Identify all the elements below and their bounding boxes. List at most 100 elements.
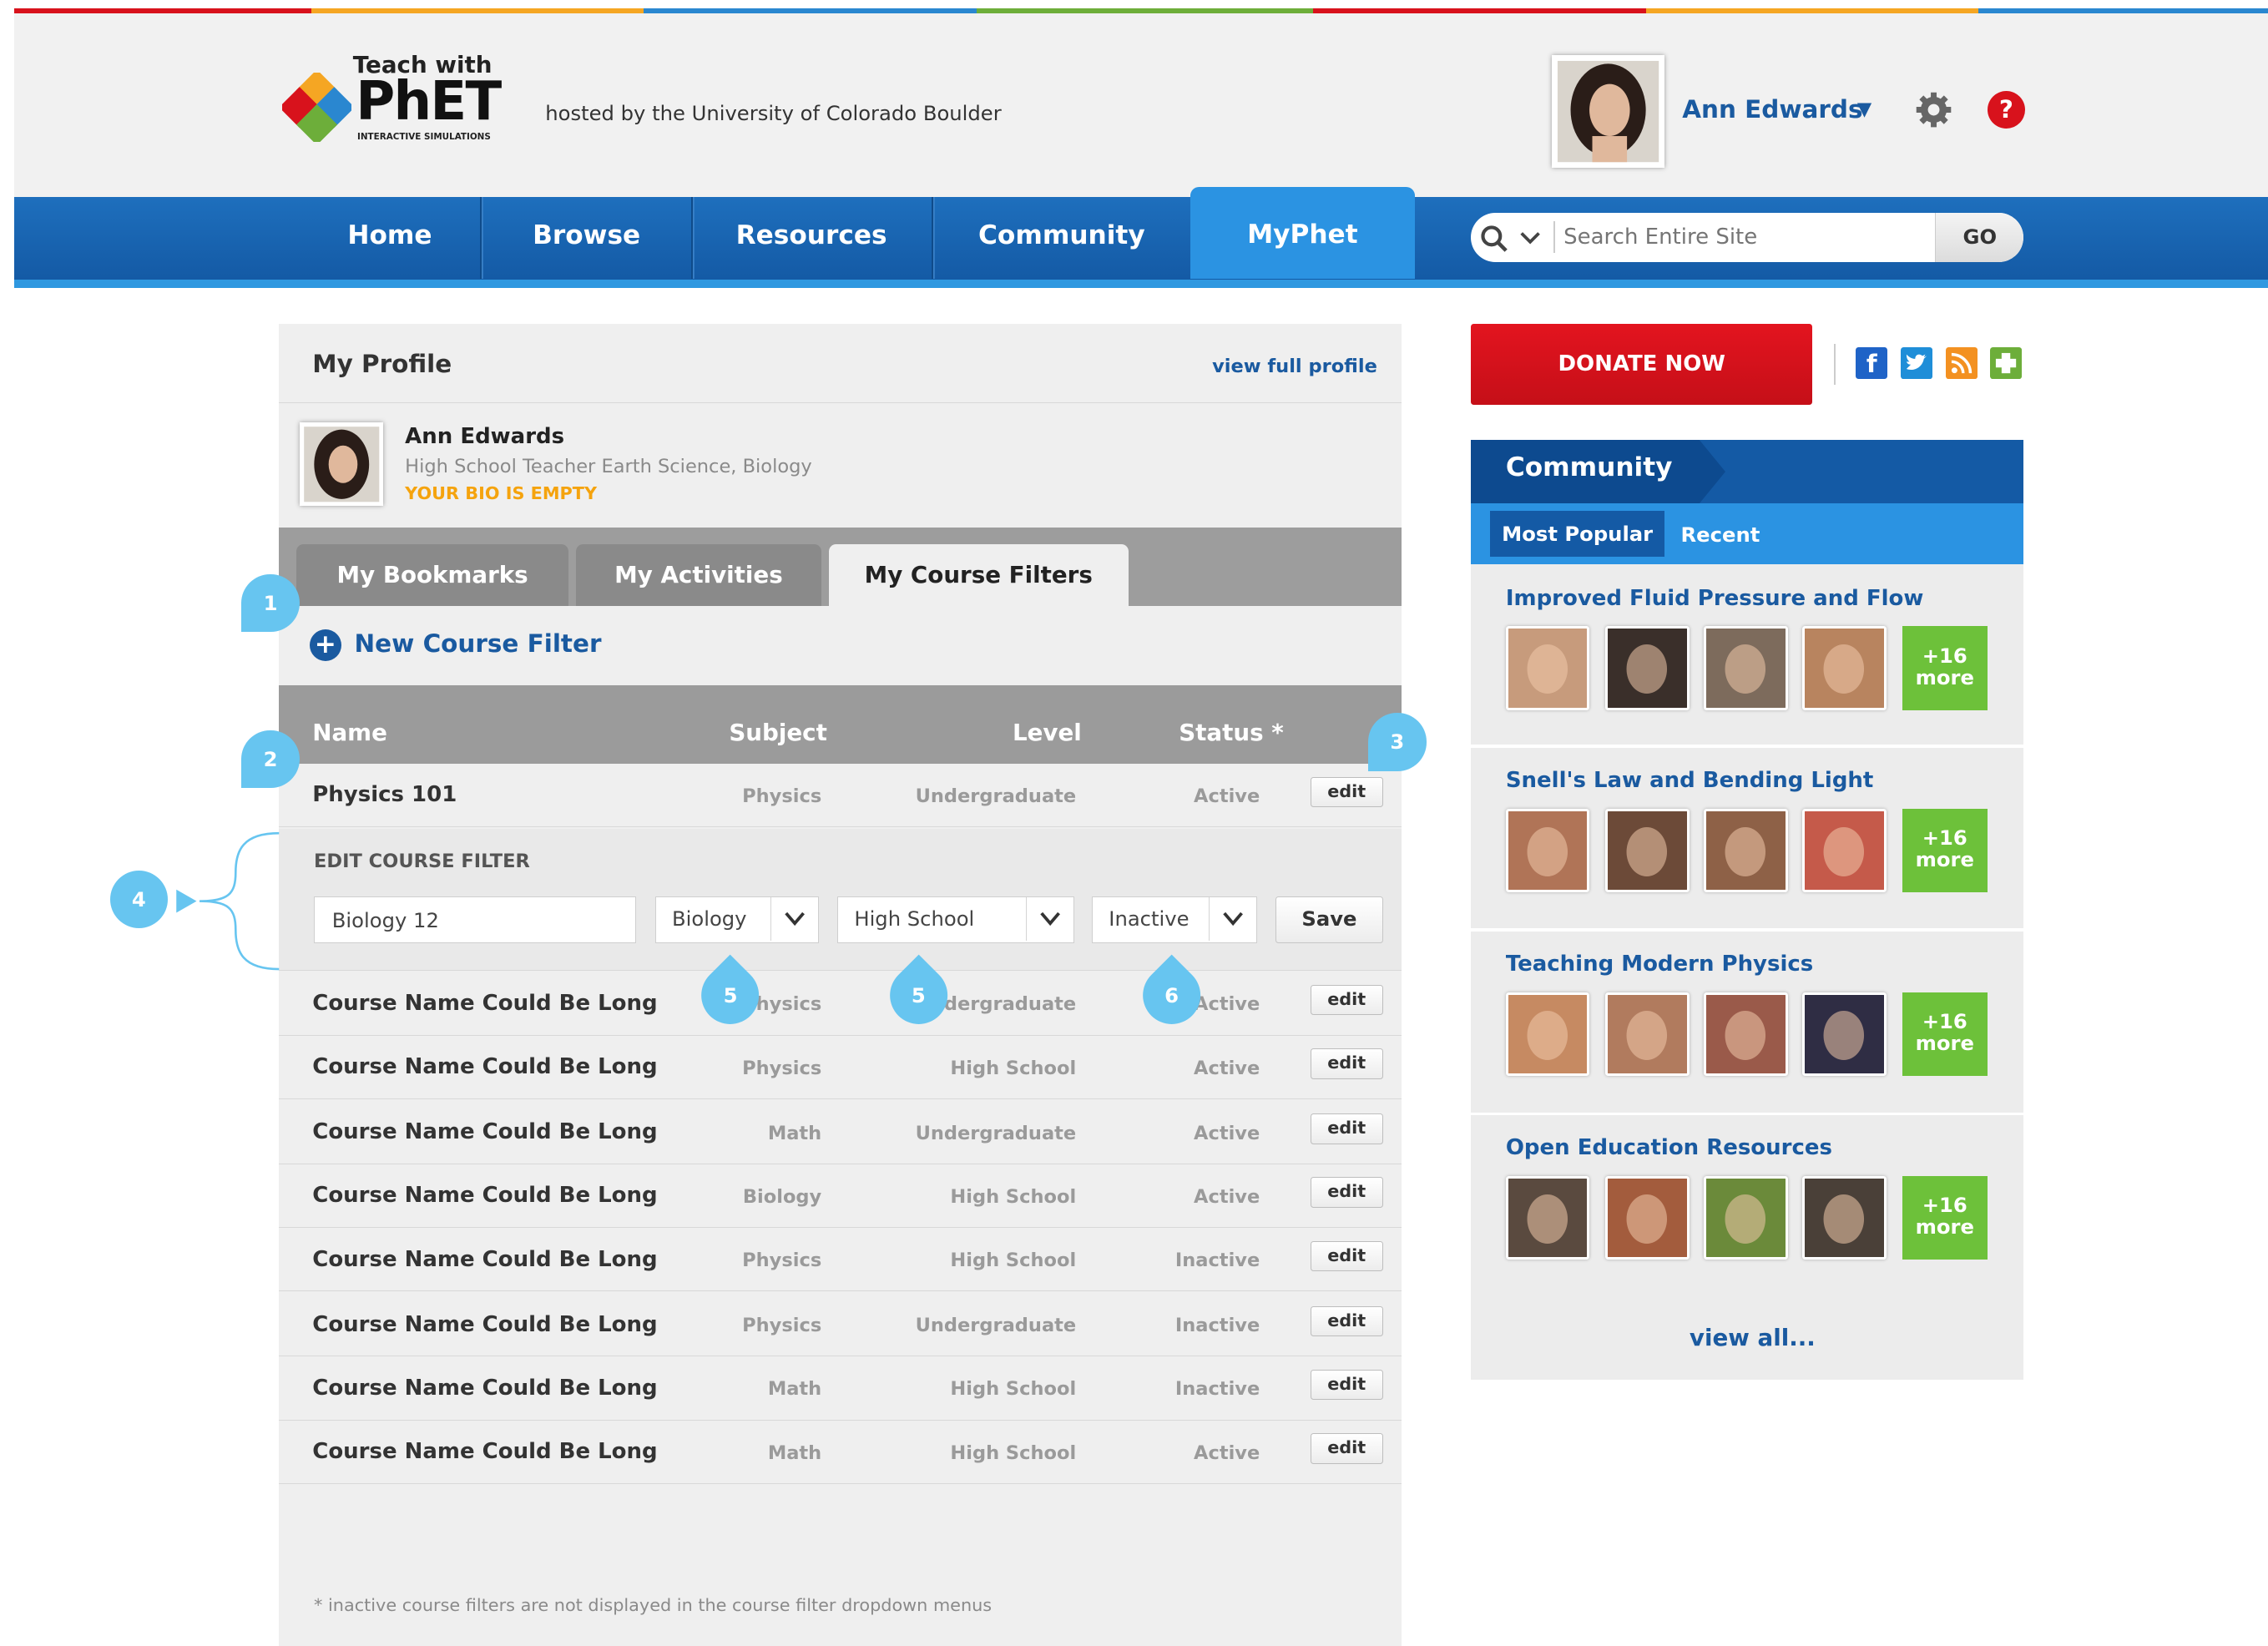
edit-button[interactable]: edit (1310, 1305, 1383, 1337)
col-header-subject: Subject (729, 719, 827, 747)
rss-icon[interactable] (1945, 346, 1978, 379)
nav-browse[interactable]: Browse (482, 197, 691, 280)
edit-button[interactable]: edit (1310, 776, 1383, 807)
tab-my-bookmarks[interactable]: My Bookmarks (296, 543, 568, 607)
member-avatar[interactable] (1505, 626, 1590, 710)
edit-button[interactable]: edit (1310, 985, 1383, 1016)
course-status: Active (1194, 1442, 1260, 1464)
course-level: High School (950, 1250, 1077, 1272)
tab-my-activities[interactable]: My Activities (575, 543, 822, 607)
profile-name: Ann Edwards (405, 423, 565, 449)
nav-myphet[interactable]: MyPhet (1190, 186, 1415, 280)
member-avatar[interactable] (1704, 808, 1788, 893)
profile-title: My Profile (312, 350, 452, 379)
member-avatar[interactable] (1505, 1175, 1590, 1260)
subject-select[interactable]: Biology (654, 896, 819, 943)
search-divider (1553, 221, 1555, 254)
member-avatar[interactable] (1704, 992, 1788, 1077)
profile-avatar (299, 422, 384, 507)
more-count: +16 (1922, 826, 1967, 851)
user-avatar[interactable] (1552, 54, 1665, 168)
share-icon[interactable] (1990, 346, 2023, 379)
tab-recent[interactable]: Recent (1681, 523, 1760, 547)
save-button[interactable]: Save (1275, 896, 1383, 943)
course-name: Course Name Could Be Long (312, 1311, 658, 1337)
edit-button[interactable]: edit (1310, 1177, 1383, 1208)
member-avatar[interactable] (1704, 1175, 1788, 1260)
plus-circle-icon[interactable]: + (309, 629, 341, 661)
member-avatar[interactable] (1802, 626, 1887, 710)
edit-button[interactable]: edit (1310, 1433, 1383, 1464)
table-row: Course Name Could Be Long Math High School… (279, 1421, 1402, 1484)
chevron-down-icon (1026, 897, 1073, 942)
member-avatar[interactable] (1505, 992, 1590, 1077)
nav-community[interactable]: Community (933, 197, 1190, 280)
course-level: High School (950, 1442, 1077, 1464)
more-count: +16 (1922, 1009, 1967, 1034)
member-avatar-icon (1725, 1194, 1766, 1244)
annotation-marker-3: 3 (1368, 713, 1427, 771)
more-members-button[interactable]: +16 more (1902, 808, 1988, 893)
nav-home[interactable]: Home (301, 197, 478, 280)
course-name: Course Name Could Be Long (312, 990, 658, 1016)
gear-icon[interactable] (1915, 91, 1952, 129)
tab-my-course-filters[interactable]: My Course Filters (828, 543, 1129, 607)
member-avatar-icon (1527, 1194, 1568, 1244)
divider (279, 401, 1402, 404)
topic-title[interactable]: Snell's Law and Bending Light (1506, 768, 1874, 793)
tab-most-popular[interactable]: Most Popular (1489, 510, 1665, 558)
member-avatar[interactable] (1802, 992, 1887, 1077)
twitter-icon[interactable] (1900, 346, 1932, 379)
help-icon[interactable]: ? (1987, 91, 2025, 129)
table-row: Course Name Could Be Long Math High School… (279, 1356, 1402, 1421)
donate-button[interactable]: DONATE NOW (1471, 324, 1813, 406)
edit-button[interactable]: edit (1310, 1048, 1383, 1079)
phet-wordmark[interactable]: PhET (356, 72, 502, 130)
member-avatar[interactable] (1605, 1175, 1690, 1260)
facebook-icon[interactable]: f (1856, 346, 1888, 379)
course-name: Course Name Could Be Long (312, 1183, 658, 1209)
new-course-filter-link[interactable]: New Course Filter (355, 629, 602, 658)
table-row: Course Name Could Be Long Physics Undergra… (279, 972, 1402, 1036)
more-label: more (1915, 847, 1974, 872)
member-avatar[interactable] (1704, 626, 1788, 710)
table-row: Physics 101 Physics Undergraduate Active… (279, 764, 1402, 828)
member-avatar[interactable] (1802, 808, 1887, 893)
table-row: Course Name Could Be Long Physics High Sch… (279, 1228, 1402, 1292)
member-avatar[interactable] (1605, 808, 1690, 893)
course-status: Active (1194, 993, 1260, 1016)
member-avatar[interactable] (1802, 1175, 1887, 1260)
edit-button[interactable]: edit (1310, 1113, 1383, 1144)
member-avatar-icon (1823, 1010, 1865, 1060)
topic-title[interactable]: Improved Fluid Pressure and Flow (1506, 586, 1924, 611)
col-header-name: Name (312, 719, 387, 747)
search-icon[interactable] (1480, 225, 1512, 254)
edit-button[interactable]: edit (1310, 1369, 1383, 1401)
view-all-link[interactable]: view all... (1690, 1324, 1816, 1351)
course-status: Inactive (1174, 1315, 1260, 1337)
level-select[interactable]: High School (837, 896, 1075, 943)
more-members-button[interactable]: +16 more (1902, 1175, 1988, 1260)
topic-title[interactable]: Teaching Modern Physics (1506, 952, 1813, 977)
table-row: Course Name Could Be Long Physics Undergra… (279, 1293, 1402, 1357)
course-subject: Math (767, 1122, 822, 1144)
member-avatar[interactable] (1505, 808, 1590, 893)
more-members-button[interactable]: +16 more (1902, 626, 1988, 710)
view-full-profile-link[interactable]: view full profile (1212, 356, 1377, 377)
edit-button[interactable]: edit (1310, 1240, 1383, 1272)
status-select[interactable]: Inactive (1092, 896, 1257, 943)
search-input[interactable] (1563, 216, 1932, 258)
member-avatar[interactable] (1605, 626, 1690, 710)
topic-title[interactable]: Open Education Resources (1506, 1135, 1832, 1160)
more-members-button[interactable]: +16 more (1902, 992, 1988, 1077)
user-name[interactable]: Ann Edwards (1682, 95, 1862, 124)
bio-empty-link[interactable]: YOUR BIO IS EMPTY (405, 483, 597, 503)
member-avatar[interactable] (1605, 992, 1690, 1077)
search-scope-chevron-icon[interactable] (1520, 230, 1541, 245)
course-name-field[interactable] (314, 896, 637, 943)
chevron-down-icon[interactable]: ▼ (1857, 98, 1871, 120)
phet-logo-icon[interactable] (281, 72, 352, 142)
search-go-button[interactable]: GO (1935, 212, 2024, 262)
nav-resources[interactable]: Resources (693, 197, 930, 280)
level-select-value: High School (854, 906, 975, 932)
